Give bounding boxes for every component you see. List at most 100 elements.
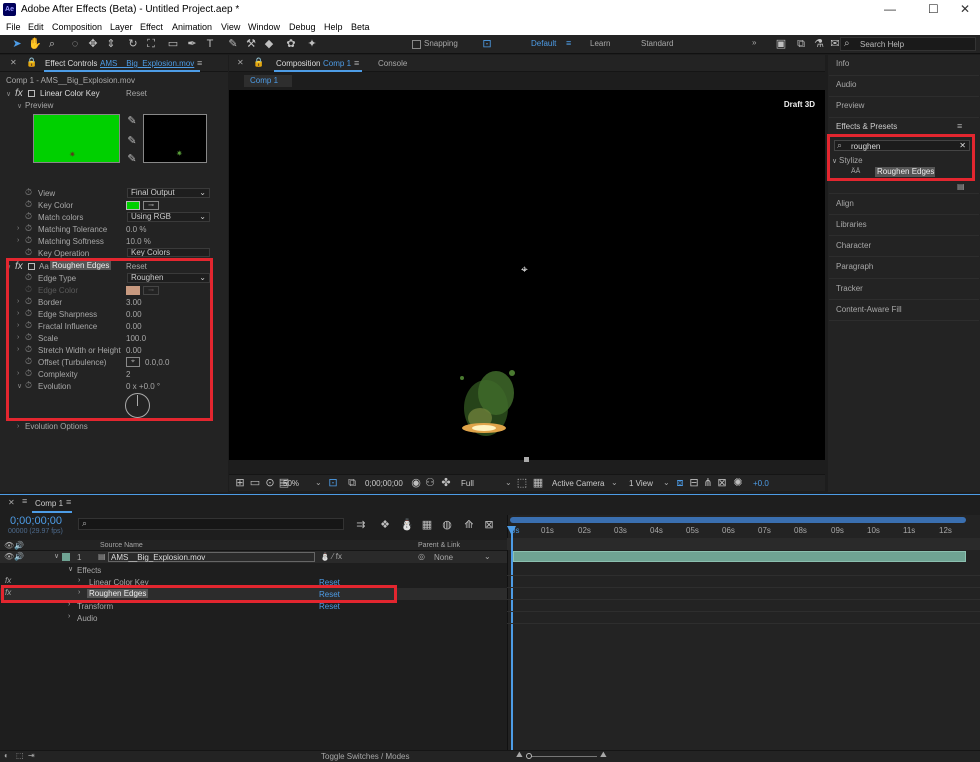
expand-icon[interactable]: › bbox=[17, 237, 19, 244]
snapping-checkbox[interactable] bbox=[412, 40, 421, 49]
vr-icon[interactable]: ⊙ bbox=[263, 476, 277, 490]
tracker-panel[interactable]: Tracker bbox=[836, 284, 863, 293]
panel-menu-icon[interactable]: ≡ bbox=[66, 497, 71, 507]
comp-mini-flowchart-icon[interactable]: ⇉ bbox=[354, 518, 368, 532]
view-dropdown[interactable]: Final Output ⌄ bbox=[127, 188, 210, 198]
eraser-tool-icon[interactable]: ◆ bbox=[262, 37, 276, 51]
workspace-standard[interactable]: Standard bbox=[641, 39, 673, 48]
rectangle-tool-icon[interactable]: ▭ bbox=[166, 37, 180, 51]
show-snapshot-icon[interactable]: ⚇ bbox=[423, 476, 437, 490]
timeline-menu-icon[interactable]: ≡ bbox=[22, 496, 27, 506]
character-panel[interactable]: Character bbox=[836, 241, 871, 250]
expand-icon[interactable]: › bbox=[78, 577, 80, 584]
timeline-tab[interactable]: Comp 1 bbox=[35, 499, 63, 508]
audio-panel[interactable]: Audio bbox=[836, 80, 856, 89]
key-operation-dropdown[interactable]: Key Colors bbox=[127, 248, 210, 257]
zoom-slider-handle[interactable] bbox=[526, 753, 532, 759]
comp-viewer-tab[interactable]: Comp 1 bbox=[244, 75, 292, 87]
libraries-icon[interactable]: ▣ bbox=[774, 37, 788, 51]
menu-layer[interactable]: Layer bbox=[110, 22, 133, 32]
workspace-learn[interactable]: Learn bbox=[590, 39, 610, 48]
timeline-timecode[interactable]: 0;00;00;00 bbox=[10, 515, 62, 527]
collapse-icon[interactable]: ∨ bbox=[54, 552, 59, 560]
monitor-icon[interactable]: ▭ bbox=[248, 476, 262, 490]
views-dropdown[interactable]: 1 View bbox=[629, 479, 653, 488]
3d-renderer-icon[interactable]: ⧈ bbox=[673, 476, 687, 490]
layer-duration-bar[interactable] bbox=[513, 551, 966, 562]
zoom-dropdown[interactable]: 50% bbox=[283, 479, 299, 488]
matching-tolerance-value[interactable]: 0.0 % bbox=[126, 225, 146, 234]
stopwatch-icon[interactable]: ⏱ bbox=[25, 223, 32, 234]
preview-collapse-icon[interactable]: ∨ bbox=[17, 102, 22, 110]
transform-reset[interactable]: Reset bbox=[319, 602, 340, 611]
layer-row[interactable]: 👁 🔊 ∨ 1 ▤ AMS__Big_Explosion.mov ⛄ ⁄ fx … bbox=[0, 551, 507, 563]
expand-icon[interactable]: › bbox=[68, 613, 70, 620]
snapshot-icon[interactable]: ◉ bbox=[409, 476, 423, 490]
dolly-tool-icon[interactable]: ⇕ bbox=[104, 37, 118, 51]
menu-effect[interactable]: Effect bbox=[140, 22, 163, 32]
panel-close-icon[interactable]: ✕ bbox=[8, 498, 15, 507]
matching-softness-value[interactable]: 10.0 % bbox=[126, 237, 151, 246]
close-button[interactable]: ✕ bbox=[960, 2, 970, 16]
paragraph-panel[interactable]: Paragraph bbox=[836, 262, 873, 271]
audio-icon[interactable]: 🔊 bbox=[14, 552, 24, 561]
switches-icons[interactable]: ⛄ ⁄ fx bbox=[320, 552, 342, 561]
flowchart-icon[interactable]: ⋔ bbox=[701, 476, 715, 490]
fx-icon[interactable]: fx bbox=[5, 576, 11, 585]
zoom-in-icon[interactable]: ⛰ bbox=[600, 750, 607, 760]
hand-tool-icon[interactable]: ✋ bbox=[28, 37, 42, 51]
puppet-tool-icon[interactable]: ✦ bbox=[305, 37, 319, 51]
composition-tab-comp-name[interactable]: Comp 1 bbox=[323, 59, 351, 68]
transparency-grid-icon[interactable]: ▦ bbox=[531, 476, 545, 490]
lck-enable-checkbox[interactable] bbox=[28, 90, 35, 97]
snap-options-icon[interactable]: ⊡ bbox=[480, 37, 494, 51]
menu-animation[interactable]: Animation bbox=[172, 22, 212, 32]
pan-tool-icon[interactable]: ✥ bbox=[86, 37, 100, 51]
effects-row[interactable]: ∨ Effects bbox=[0, 564, 507, 576]
lck-fx-icon[interactable]: fx bbox=[15, 88, 23, 99]
libraries-panel[interactable]: Libraries bbox=[836, 220, 867, 229]
in-out-icon[interactable]: ⇥ bbox=[28, 751, 35, 760]
exposure-icon[interactable]: ✺ bbox=[731, 476, 745, 490]
transform-row[interactable]: › Transform Reset bbox=[0, 600, 507, 612]
key-color-eyedropper-icon[interactable]: ⊸ bbox=[143, 201, 159, 210]
timeline-icon[interactable]: ⊟ bbox=[687, 476, 701, 490]
selection-tool-icon[interactable]: ➤ bbox=[10, 37, 24, 51]
clone-stamp-tool-icon[interactable]: ⚒ bbox=[244, 37, 258, 51]
eye-icon[interactable]: 👁 bbox=[4, 552, 14, 561]
lck-reset-link[interactable]: Reset bbox=[126, 89, 147, 98]
draft-3d-icon[interactable]: ❖ bbox=[378, 518, 392, 532]
panel-close-icon[interactable]: ✕ bbox=[237, 58, 244, 67]
shy-icon[interactable]: ⛄ bbox=[400, 518, 414, 532]
share-icon[interactable]: ⧉ bbox=[794, 37, 808, 51]
stopwatch-icon[interactable]: ⏱ bbox=[25, 211, 32, 222]
work-area-bar[interactable] bbox=[510, 517, 966, 523]
stopwatch-icon[interactable]: ⏱ bbox=[25, 235, 32, 246]
region-icon[interactable]: ⬚ bbox=[515, 476, 529, 490]
type-tool-icon[interactable]: T bbox=[203, 37, 217, 51]
stopwatch-icon[interactable]: ⏱ bbox=[25, 187, 32, 198]
workspace-overflow[interactable]: » bbox=[752, 38, 756, 47]
frame-blending-icon[interactable]: ▦ bbox=[420, 518, 434, 532]
info-panel[interactable]: Info bbox=[836, 59, 849, 68]
brush-tool-icon[interactable]: ✎ bbox=[226, 37, 240, 51]
eyedropper-icon[interactable]: ✎ bbox=[125, 114, 139, 128]
channel-icon[interactable]: ✤ bbox=[439, 476, 453, 490]
zoom-tool-icon[interactable]: ⌕ bbox=[45, 37, 59, 51]
maximize-button[interactable]: ☐ bbox=[928, 2, 939, 16]
panel-close-icon[interactable]: ✕ bbox=[10, 58, 17, 67]
menu-window[interactable]: Window bbox=[248, 22, 280, 32]
toggle-switches-modes[interactable]: Toggle Switches / Modes bbox=[321, 752, 410, 761]
timeline-search-input[interactable]: ⌕ bbox=[78, 518, 344, 530]
new-bin-icon[interactable]: ▤ bbox=[957, 182, 965, 191]
resolution-dropdown[interactable]: Full bbox=[461, 479, 474, 488]
graph-editor-icon[interactable]: ⟰ bbox=[462, 518, 476, 532]
panel-menu-icon[interactable]: ≡ bbox=[354, 58, 359, 68]
render-time-icon[interactable]: ◐ bbox=[4, 751, 9, 760]
console-tab[interactable]: Console bbox=[378, 59, 407, 68]
expand-icon[interactable]: › bbox=[68, 601, 70, 608]
menu-beta[interactable]: Beta bbox=[351, 22, 370, 32]
expand-icon[interactable]: › bbox=[17, 423, 19, 430]
parent-dropdown[interactable]: None bbox=[434, 553, 453, 562]
layer-name[interactable]: AMS__Big_Explosion.mov bbox=[108, 552, 315, 562]
